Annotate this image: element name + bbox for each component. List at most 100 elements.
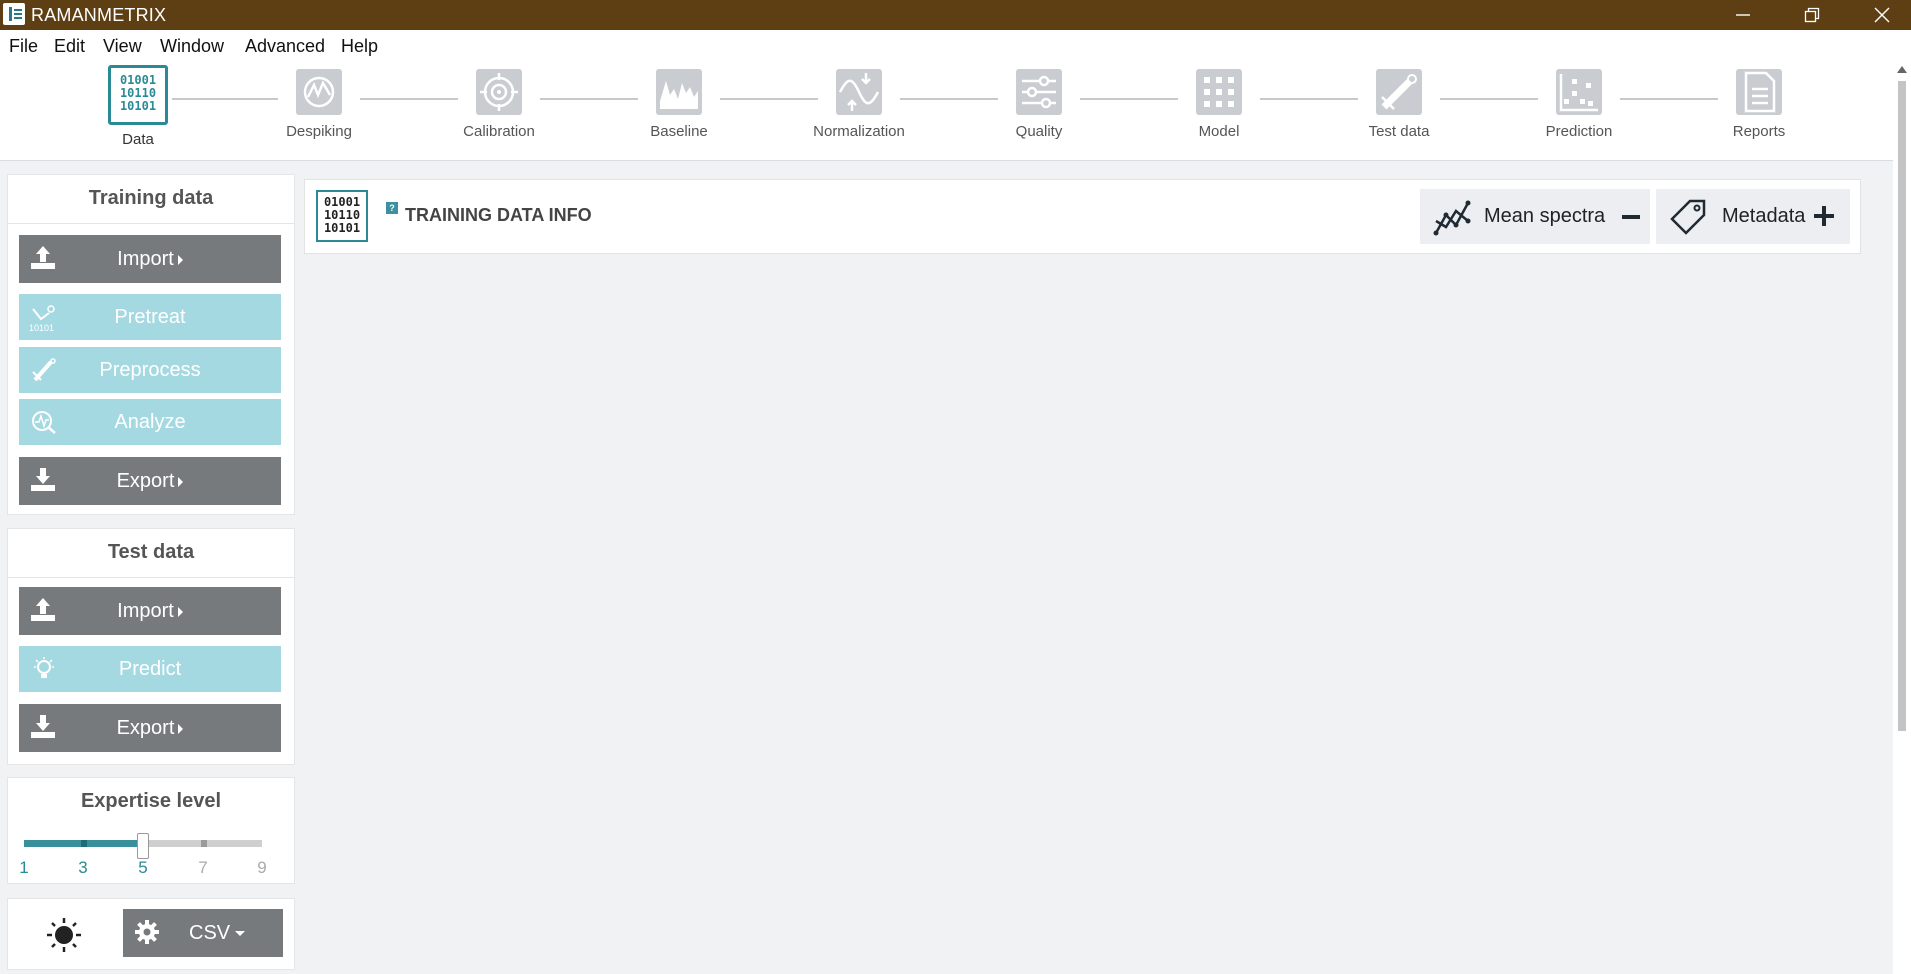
test-import-button[interactable]: Import [19, 587, 281, 635]
step-label: Baseline [650, 123, 708, 140]
tag-icon [1670, 199, 1706, 235]
grid-dots-icon [1196, 69, 1242, 115]
step-normalization[interactable]: Normalization [799, 69, 919, 140]
step-prediction[interactable]: Prediction [1519, 69, 1639, 140]
window-title: RAMANMETRIX [31, 5, 167, 25]
menu-view[interactable]: View [103, 36, 142, 57]
sun-icon [47, 918, 81, 952]
scrollbar-thumb[interactable] [1898, 81, 1906, 731]
expertise-level-5[interactable]: 5 [133, 858, 153, 878]
sliders-icon [1016, 69, 1062, 115]
expertise-slider-handle[interactable] [137, 833, 149, 859]
step-label: Despiking [286, 123, 352, 140]
title-bar: RAMANMETRIX [0, 0, 1911, 30]
theme-toggle-button[interactable] [44, 917, 84, 953]
satellite-icon [1376, 69, 1422, 115]
target-icon [476, 69, 522, 115]
step-test-data[interactable]: Test data [1339, 69, 1459, 140]
minimize-button[interactable] [1713, 0, 1773, 30]
step-data[interactable]: 01001 10110 10101 Data [78, 65, 198, 148]
caret-right-icon [177, 254, 183, 265]
binary-data-icon: 01001 10110 10101 [108, 65, 168, 125]
expertise-level-1[interactable]: 1 [14, 858, 34, 878]
step-label: Test data [1368, 123, 1430, 140]
button-label: Export [116, 717, 175, 739]
scroll-up-icon[interactable] [1897, 66, 1907, 73]
caret-down-icon [235, 931, 246, 937]
step-label: Quality [1015, 123, 1063, 140]
menu-advanced[interactable]: Advanced [245, 36, 325, 57]
plus-icon [1814, 206, 1834, 226]
training-import-button[interactable]: Import [19, 235, 281, 283]
caret-right-icon [178, 723, 184, 734]
button-label: Predict [118, 658, 182, 680]
slider-tick [81, 840, 87, 847]
expertise-level-3[interactable]: 3 [73, 858, 93, 878]
close-button[interactable] [1852, 0, 1911, 30]
slider-tick [201, 840, 207, 847]
button-label: Import [117, 248, 174, 270]
button-label: Import [117, 600, 174, 622]
spectrum-icon [656, 69, 702, 115]
minus-icon [1622, 215, 1640, 219]
menu-file[interactable]: File [9, 36, 38, 57]
button-label: Pretreat [114, 306, 186, 328]
button-label: Preprocess [99, 359, 201, 381]
menu-help[interactable]: Help [341, 36, 378, 57]
scatter-icon [1556, 69, 1602, 115]
button-label: Export [116, 470, 175, 492]
workflow-stepper: 01001 10110 10101 Data Despiking Calibrati… [0, 61, 1893, 161]
gear-icon [135, 920, 159, 944]
app-logo-icon [3, 3, 25, 25]
close-icon [1874, 7, 1890, 23]
mean-spectra-toggle-button[interactable]: Mean spectra [1420, 189, 1650, 244]
step-quality[interactable]: Quality [979, 69, 1099, 140]
step-label: Model [1198, 123, 1240, 140]
restore-button[interactable] [1782, 0, 1842, 30]
preprocess-button[interactable]: Preprocess [19, 347, 281, 393]
expertise-level-9[interactable]: 9 [252, 858, 272, 878]
step-label: Reports [1732, 123, 1786, 140]
wave-arrows-icon [836, 69, 882, 115]
training-data-panel: Training data Import 10101 Pretreat Prep… [7, 174, 295, 515]
help-icon[interactable]: ? [386, 202, 398, 214]
panel-title: Training data [8, 175, 294, 224]
button-label: Analyze [114, 411, 186, 433]
step-label: Calibration [463, 123, 535, 140]
analyze-button[interactable]: Analyze [19, 399, 281, 445]
step-label: Data [122, 131, 154, 148]
format-label: CSV [189, 922, 231, 944]
step-calibration[interactable]: Calibration [439, 69, 559, 140]
button-label: Metadata [1722, 205, 1806, 227]
info-title: TRAINING DATA INFO [405, 205, 592, 225]
training-export-button[interactable]: Export [19, 457, 281, 505]
menu-bar: File Edit View Window Advanced Help [0, 30, 1911, 61]
caret-right-icon [178, 476, 184, 487]
menu-edit[interactable]: Edit [54, 36, 85, 57]
step-reports[interactable]: Reports [1699, 69, 1819, 140]
expertise-level-panel: Expertise level 1 3 5 7 9 [7, 777, 295, 884]
bottom-toolbar: CSV [7, 898, 295, 970]
caret-right-icon [177, 606, 183, 617]
training-data-info-card: 01001 10110 10101 ? TRAINING DATA INFO Mea… [304, 179, 1861, 254]
expertise-level-7[interactable]: 7 [193, 858, 213, 878]
despiking-icon [296, 69, 342, 115]
metadata-toggle-button[interactable]: Metadata [1656, 189, 1850, 244]
step-label: Normalization [813, 123, 905, 140]
step-label: Prediction [1545, 123, 1613, 140]
binary-data-icon: 01001 10110 10101 [316, 190, 368, 242]
menu-window[interactable]: Window [160, 36, 224, 57]
document-icon [1736, 69, 1782, 115]
restore-icon [1804, 7, 1820, 23]
minimize-icon [1736, 14, 1750, 16]
settings-format-button[interactable]: CSV [123, 909, 283, 957]
vertical-scrollbar[interactable] [1893, 61, 1911, 974]
step-despiking[interactable]: Despiking [259, 69, 379, 140]
step-baseline[interactable]: Baseline [619, 69, 739, 140]
predict-button[interactable]: Predict [19, 646, 281, 692]
step-model[interactable]: Model [1159, 69, 1279, 140]
button-label: Mean spectra [1484, 205, 1606, 227]
test-export-button[interactable]: Export [19, 704, 281, 752]
pretreat-button[interactable]: 10101 Pretreat [19, 294, 281, 340]
test-data-panel: Test data Import Predict Export [7, 528, 295, 765]
